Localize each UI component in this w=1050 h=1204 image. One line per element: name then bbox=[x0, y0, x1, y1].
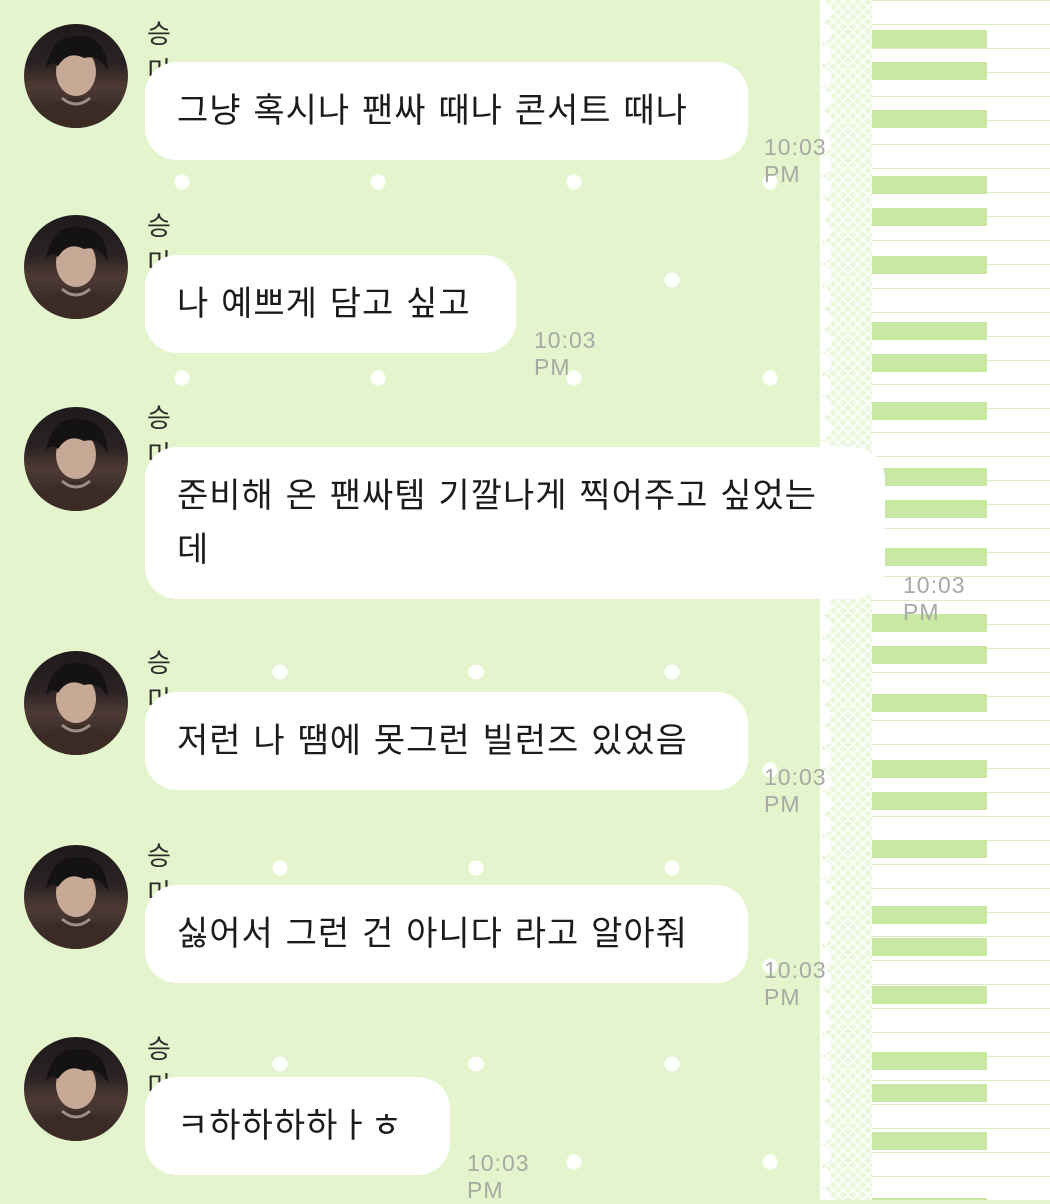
message-timestamp: 10:03 PM bbox=[764, 764, 827, 817]
message-timestamp: 10:03 PM bbox=[467, 1150, 530, 1203]
message-timestamp: 10:03 PM bbox=[764, 957, 827, 1010]
avatar[interactable] bbox=[24, 1037, 128, 1141]
message-bubble[interactable]: 나 예쁘게 담고 싶고 bbox=[145, 255, 516, 353]
message-timestamp: 10:03 PM bbox=[534, 327, 597, 380]
avatar[interactable] bbox=[24, 407, 128, 511]
message-bubble[interactable]: ㅋ하하하하ㅏㅎ bbox=[145, 1077, 450, 1175]
message-bubble[interactable]: 저런 나 땜에 못그런 빌런즈 있었음 bbox=[145, 692, 748, 790]
message-bubble[interactable]: 그냥 혹시나 팬싸 때나 콘서트 때나 bbox=[145, 62, 748, 160]
message-bubble[interactable]: 준비해 온 팬싸템 기깔나게 찍어주고 싶었는데 bbox=[145, 447, 885, 599]
avatar[interactable] bbox=[24, 651, 128, 755]
avatar[interactable] bbox=[24, 215, 128, 319]
message-bubble[interactable]: 싫어서 그런 건 아니다 라고 알아줘 bbox=[145, 885, 748, 983]
avatar[interactable] bbox=[24, 845, 128, 949]
lace-decoration bbox=[820, 0, 877, 1200]
avatar[interactable] bbox=[24, 24, 128, 128]
message-timestamp: 10:03 PM bbox=[764, 134, 827, 187]
message-timestamp: 10:03 PM bbox=[903, 572, 966, 625]
